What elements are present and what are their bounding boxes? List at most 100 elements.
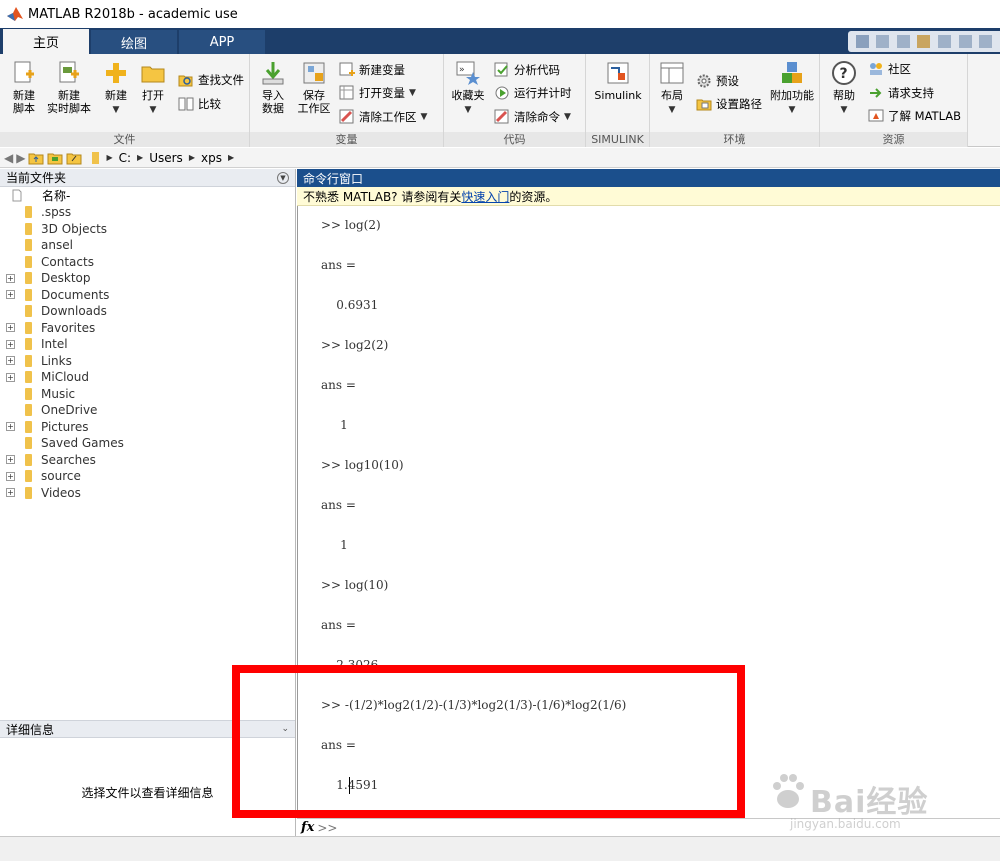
add-ons-button[interactable]: 附加功能 ▼ xyxy=(768,60,816,117)
expand-icon[interactable]: + xyxy=(6,323,15,333)
tab-home[interactable]: 主页 xyxy=(3,29,89,54)
clear-commands-button[interactable]: 清除命令 ▼ xyxy=(494,109,571,125)
save-workspace-button[interactable]: 保存 工作区 xyxy=(294,60,334,115)
import-data-button[interactable]: 导入 数据 xyxy=(256,60,290,115)
folder-icon xyxy=(25,354,32,367)
request-support-button[interactable]: 请求支持 xyxy=(868,85,934,101)
set-path-button[interactable]: 设置路径 xyxy=(696,96,762,112)
quick-start-link[interactable]: 快速入门 xyxy=(461,188,509,205)
folder-icon xyxy=(25,486,32,499)
expand-icon[interactable]: + xyxy=(6,339,15,349)
run-and-time-button[interactable]: 运行并计时 xyxy=(494,85,572,101)
community-button[interactable]: 社区 xyxy=(868,61,911,77)
favorites-button[interactable]: » 收藏夹 ▼ xyxy=(448,60,488,117)
ribbon-section-label: 环境 xyxy=(650,132,819,147)
find-files-label: 查找文件 xyxy=(198,73,244,87)
list-item[interactable]: .spss xyxy=(0,204,295,221)
expand-icon[interactable]: + xyxy=(6,422,15,432)
new-variable-label: 新建变量 xyxy=(359,63,405,77)
list-item[interactable]: 3D Objects xyxy=(0,221,295,238)
learn-matlab-button[interactable]: 了解 MATLAB xyxy=(868,108,961,124)
list-item[interactable]: Contacts xyxy=(0,254,295,271)
help-button[interactable]: ? 帮助 ▼ xyxy=(826,60,862,117)
chevron-down-icon: ▼ xyxy=(420,112,428,122)
list-item[interactable]: + Searches xyxy=(0,452,295,469)
simulink-label: Simulink xyxy=(594,89,642,102)
list-item[interactable]: ansel xyxy=(0,237,295,254)
column-header-name[interactable]: 名称 - xyxy=(0,187,295,204)
expand-icon[interactable]: + xyxy=(6,455,15,465)
chevron-down-icon: ▼ xyxy=(788,105,796,115)
switch-windows-icon[interactable] xyxy=(979,35,993,48)
fx-function-icon[interactable]: fx xyxy=(301,820,314,835)
back-arrow-icon[interactable]: ◀ xyxy=(4,151,13,165)
expand-icon[interactable]: + xyxy=(6,356,15,366)
import-data-icon xyxy=(262,62,284,85)
favorites-label: 收藏夹 xyxy=(451,89,485,102)
command-line: ans = xyxy=(321,258,356,272)
undo-icon[interactable] xyxy=(938,35,952,48)
open-variable-button[interactable]: 打开变量 ▼ xyxy=(339,85,416,101)
preferences-button[interactable]: 预设 xyxy=(696,73,739,89)
folder-name: ansel xyxy=(41,238,73,253)
help-label: 帮助 xyxy=(833,89,855,102)
folder-name: Saved Games xyxy=(41,436,124,451)
open-button[interactable]: 打开 ▼ xyxy=(137,60,169,117)
up-folder-icon[interactable] xyxy=(28,151,44,165)
list-item[interactable]: + Favorites xyxy=(0,320,295,337)
list-item[interactable]: + Links xyxy=(0,353,295,370)
expand-icon[interactable]: + xyxy=(6,290,15,300)
analyze-code-button[interactable]: 分析代码 xyxy=(494,62,560,78)
copy-icon[interactable] xyxy=(896,35,910,48)
cut-icon[interactable] xyxy=(876,35,890,48)
new-live-script-button[interactable]: 新建 实时脚本 xyxy=(46,60,92,115)
new-button[interactable]: 新建 ▼ xyxy=(100,60,132,117)
folder-icon xyxy=(25,305,32,318)
panel-actions-icon[interactable]: ▼ xyxy=(277,171,289,184)
new-script-button[interactable]: 新建 脚本 xyxy=(6,60,42,115)
list-item[interactable]: OneDrive xyxy=(0,402,295,419)
simulink-button[interactable]: Simulink xyxy=(592,60,644,102)
compare-button[interactable]: 比较 xyxy=(178,96,221,112)
ribbon-section-resources: ? 帮助 ▼ 社区 请求支持 了解 MATLAB 资源 xyxy=(820,54,968,147)
redo-icon[interactable] xyxy=(958,35,972,48)
paste-icon[interactable] xyxy=(917,35,931,48)
layout-icon xyxy=(660,62,684,84)
expand-icon[interactable]: + xyxy=(6,273,15,283)
command-line: ans = xyxy=(321,618,356,632)
forward-arrow-icon[interactable]: ▶ xyxy=(16,151,25,165)
browse-folder-icon[interactable] xyxy=(47,151,63,165)
list-item[interactable]: Downloads xyxy=(0,303,295,320)
folder-icon xyxy=(25,470,32,483)
status-bar xyxy=(0,836,1000,861)
search-folder-icon[interactable] xyxy=(66,151,82,165)
breadcrumb-xps[interactable]: xps xyxy=(201,151,222,165)
new-variable-button[interactable]: 新建变量 xyxy=(339,62,405,78)
tab-plots[interactable]: 绘图 xyxy=(91,30,177,54)
list-item[interactable]: + Pictures xyxy=(0,419,295,436)
find-files-button[interactable]: 查找文件 xyxy=(178,72,244,88)
list-item[interactable]: Saved Games xyxy=(0,435,295,452)
list-item[interactable]: + source xyxy=(0,468,295,485)
list-item[interactable]: + MiCloud xyxy=(0,369,295,386)
list-item[interactable]: + Desktop xyxy=(0,270,295,287)
tab-apps[interactable]: APP xyxy=(179,30,265,54)
path-separator-icon: ▶ xyxy=(137,153,144,162)
list-item[interactable]: + Documents xyxy=(0,287,295,304)
folder-icon xyxy=(25,371,32,384)
expand-icon[interactable]: + xyxy=(6,372,15,382)
save-icon[interactable] xyxy=(855,35,869,48)
layout-button[interactable]: 布局 ▼ xyxy=(654,60,690,117)
breadcrumb-users[interactable]: Users xyxy=(149,151,183,165)
list-item[interactable]: + Intel xyxy=(0,336,295,353)
folder-name: Downloads xyxy=(41,304,107,319)
expand-icon[interactable]: + xyxy=(6,488,15,498)
expand-icon[interactable]: + xyxy=(6,471,15,481)
new-script-icon xyxy=(14,61,34,83)
list-item[interactable]: Music xyxy=(0,386,295,403)
breadcrumb-drive[interactable]: C: xyxy=(119,151,131,165)
folder-icon xyxy=(25,404,32,417)
clear-workspace-button[interactable]: 清除工作区 ▼ xyxy=(339,109,427,125)
favorites-icon: » xyxy=(456,61,480,85)
list-item[interactable]: + Videos xyxy=(0,485,295,502)
